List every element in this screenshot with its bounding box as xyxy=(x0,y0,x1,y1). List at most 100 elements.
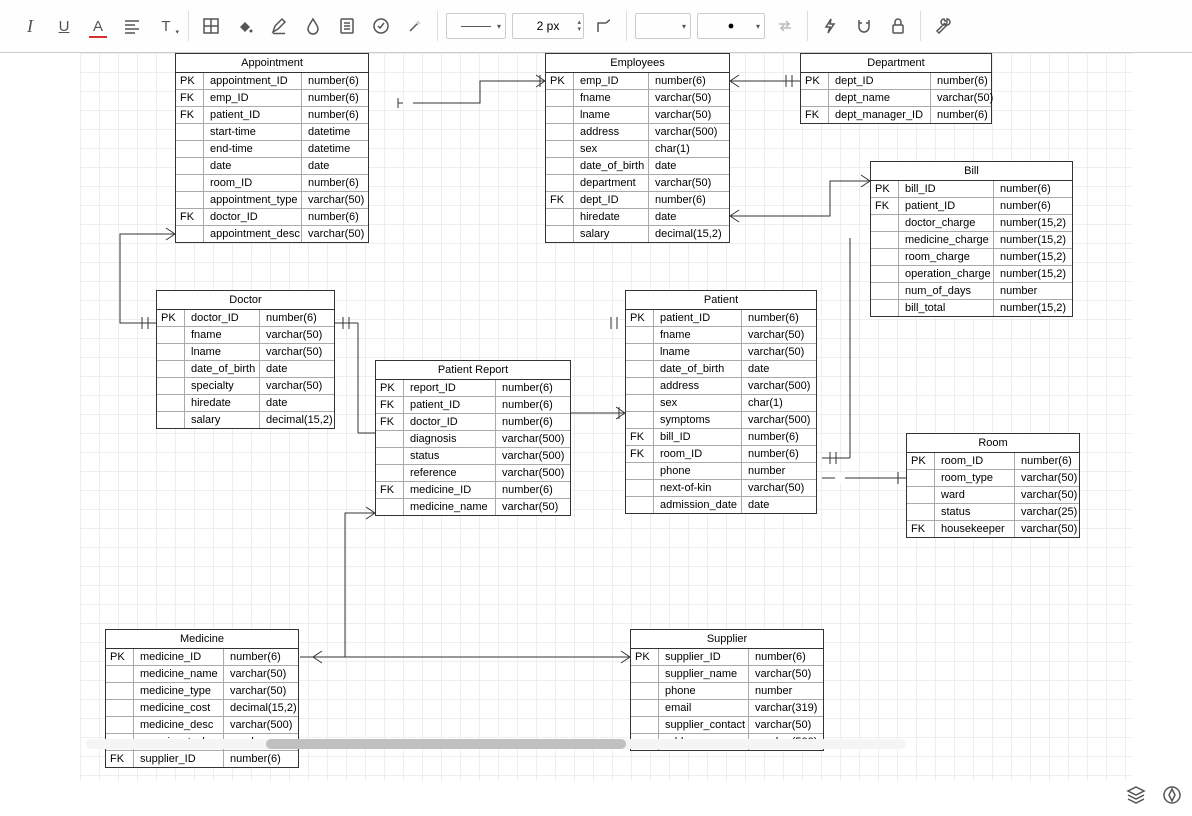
entity-row[interactable]: medicine_costdecimal(15,2) xyxy=(106,699,298,716)
entity-row[interactable]: lnamevarchar(50) xyxy=(626,343,816,360)
entity-row[interactable]: PKpatient_IDnumber(6) xyxy=(626,310,816,326)
entity-row[interactable]: salarydecimal(15,2) xyxy=(157,411,334,428)
table-icon[interactable] xyxy=(197,12,225,40)
entity-row[interactable]: start-timedatetime xyxy=(176,123,368,140)
entity-row[interactable]: phonenumber xyxy=(631,682,823,699)
entity-row[interactable]: room_chargenumber(15,2) xyxy=(871,248,1072,265)
entity-row[interactable]: end-timedatetime xyxy=(176,140,368,157)
entity-row[interactable]: FKhousekeepervarchar(50) xyxy=(907,520,1079,537)
underline-button[interactable]: U xyxy=(50,12,78,40)
italic-button[interactable]: I xyxy=(16,12,44,40)
waypoint-style-button[interactable] xyxy=(590,12,618,40)
scrollbar-thumb[interactable] xyxy=(266,739,626,749)
entity-row[interactable]: room_typevarchar(50) xyxy=(907,469,1079,486)
entity-row[interactable]: diagnosisvarchar(500) xyxy=(376,430,570,447)
entity-row[interactable]: medicine_namevarchar(50) xyxy=(376,498,570,515)
line-width-input[interactable]: 2 px ▴▾ xyxy=(512,13,584,39)
entity-row[interactable]: FKdoctor_IDnumber(6) xyxy=(376,413,570,430)
entity-row[interactable]: date_of_birthdate xyxy=(157,360,334,377)
entity-row[interactable]: admission_datedate xyxy=(626,496,816,513)
entity-doctor[interactable]: DoctorPKdoctor_IDnumber(6)fnamevarchar(5… xyxy=(156,290,335,429)
entity-row[interactable]: FKpatient_IDnumber(6) xyxy=(376,396,570,413)
entity-row[interactable]: supplier_namevarchar(50) xyxy=(631,665,823,682)
entity-row[interactable]: PKbill_IDnumber(6) xyxy=(871,181,1072,197)
entity-row[interactable]: hiredatedate xyxy=(546,208,729,225)
line-start-dropdown[interactable]: ▾ xyxy=(635,13,691,39)
entity-appointment[interactable]: AppointmentPKappointment_IDnumber(6)FKem… xyxy=(175,53,369,243)
entity-row[interactable]: dept_namevarchar(50) xyxy=(801,89,991,106)
entity-department[interactable]: DepartmentPKdept_IDnumber(6)dept_namevar… xyxy=(800,53,992,124)
entity-row[interactable]: lnamevarchar(50) xyxy=(157,343,334,360)
line-style-dropdown[interactable]: ▾ xyxy=(446,13,506,39)
entity-row[interactable]: date_of_birthdate xyxy=(626,360,816,377)
diagram-canvas[interactable]: AppointmentPKappointment_IDnumber(6)FKem… xyxy=(0,53,1192,781)
entity-row[interactable]: emailvarchar(319) xyxy=(631,699,823,716)
entity-row[interactable]: referencevarchar(500) xyxy=(376,464,570,481)
entity-row[interactable]: FKbill_IDnumber(6) xyxy=(626,428,816,445)
entity-patient_report[interactable]: Patient ReportPKreport_IDnumber(6)FKpati… xyxy=(375,360,571,516)
entity-row[interactable]: sexchar(1) xyxy=(546,140,729,157)
entity-row[interactable]: addressvarchar(500) xyxy=(626,377,816,394)
entity-row[interactable]: PKmedicine_IDnumber(6) xyxy=(106,649,298,665)
document-icon[interactable] xyxy=(333,12,361,40)
entity-row[interactable]: appointment_typevarchar(50) xyxy=(176,191,368,208)
entity-patient[interactable]: PatientPKpatient_IDnumber(6)fnamevarchar… xyxy=(625,290,817,514)
entity-row[interactable]: salarydecimal(15,2) xyxy=(546,225,729,242)
layers-icon[interactable] xyxy=(1126,785,1146,810)
entity-row[interactable]: FKroom_IDnumber(6) xyxy=(626,445,816,462)
entity-row[interactable]: phonenumber xyxy=(626,462,816,479)
entity-row[interactable]: fnamevarchar(50) xyxy=(626,326,816,343)
entity-row[interactable]: FKdoctor_IDnumber(6) xyxy=(176,208,368,225)
entity-row[interactable]: sexchar(1) xyxy=(626,394,816,411)
font-color-button[interactable]: A xyxy=(84,12,112,40)
entity-row[interactable]: specialtyvarchar(50) xyxy=(157,377,334,394)
wrench-icon[interactable] xyxy=(929,12,957,40)
entity-row[interactable]: date_of_birthdate xyxy=(546,157,729,174)
entity-row[interactable]: statusvarchar(500) xyxy=(376,447,570,464)
entity-row[interactable]: PKroom_IDnumber(6) xyxy=(907,453,1079,469)
entity-row[interactable]: datedate xyxy=(176,157,368,174)
entity-employees[interactable]: EmployeesPKemp_IDnumber(6)fnamevarchar(5… xyxy=(545,53,730,243)
entity-row[interactable]: PKemp_IDnumber(6) xyxy=(546,73,729,89)
entity-row[interactable]: FKdept_manager_IDnumber(6) xyxy=(801,106,991,123)
fill-bucket-icon[interactable] xyxy=(231,12,259,40)
entity-row[interactable]: medicine_typevarchar(50) xyxy=(106,682,298,699)
entity-row[interactable]: medicine_descvarchar(500) xyxy=(106,716,298,733)
entity-row[interactable]: appointment_descvarchar(50) xyxy=(176,225,368,242)
magic-wand-icon[interactable] xyxy=(401,12,429,40)
droplet-icon[interactable] xyxy=(299,12,327,40)
entity-row[interactable]: FKsupplier_IDnumber(6) xyxy=(106,750,298,767)
lightning-icon[interactable] xyxy=(816,12,844,40)
align-button[interactable] xyxy=(118,12,146,40)
entity-row[interactable]: PKsupplier_IDnumber(6) xyxy=(631,649,823,665)
checklist-icon[interactable] xyxy=(367,12,395,40)
pencil-icon[interactable] xyxy=(265,12,293,40)
entity-row[interactable]: fnamevarchar(50) xyxy=(546,89,729,106)
horizontal-scrollbar[interactable] xyxy=(86,739,906,749)
entity-row[interactable]: symptomsvarchar(500) xyxy=(626,411,816,428)
entity-row[interactable]: medicine_chargenumber(15,2) xyxy=(871,231,1072,248)
entity-row[interactable]: PKdept_IDnumber(6) xyxy=(801,73,991,89)
outline-icon[interactable] xyxy=(1162,785,1182,810)
entity-row[interactable]: room_IDnumber(6) xyxy=(176,174,368,191)
entity-row[interactable]: FKdept_IDnumber(6) xyxy=(546,191,729,208)
entity-supplier[interactable]: SupplierPKsupplier_IDnumber(6)supplier_n… xyxy=(630,629,824,751)
entity-row[interactable]: medicine_namevarchar(50) xyxy=(106,665,298,682)
entity-room[interactable]: RoomPKroom_IDnumber(6)room_typevarchar(5… xyxy=(906,433,1080,538)
entity-row[interactable]: PKappointment_IDnumber(6) xyxy=(176,73,368,89)
flip-arrow-icon[interactable] xyxy=(771,12,799,40)
entity-row[interactable]: lnamevarchar(50) xyxy=(546,106,729,123)
line-end-dropdown[interactable]: ▾ xyxy=(697,13,765,39)
magnet-icon[interactable] xyxy=(850,12,878,40)
entity-row[interactable]: FKpatient_IDnumber(6) xyxy=(871,197,1072,214)
entity-row[interactable]: departmentvarchar(50) xyxy=(546,174,729,191)
entity-row[interactable]: operation_chargenumber(15,2) xyxy=(871,265,1072,282)
entity-row[interactable]: FKemp_IDnumber(6) xyxy=(176,89,368,106)
entity-row[interactable]: doctor_chargenumber(15,2) xyxy=(871,214,1072,231)
entity-row[interactable]: bill_totalnumber(15,2) xyxy=(871,299,1072,316)
entity-row[interactable]: FKpatient_IDnumber(6) xyxy=(176,106,368,123)
text-dropdown-button[interactable]: T▾ xyxy=(152,12,180,40)
entity-row[interactable]: wardvarchar(50) xyxy=(907,486,1079,503)
entity-row[interactable]: statusvarchar(25) xyxy=(907,503,1079,520)
entity-row[interactable]: hiredatedate xyxy=(157,394,334,411)
